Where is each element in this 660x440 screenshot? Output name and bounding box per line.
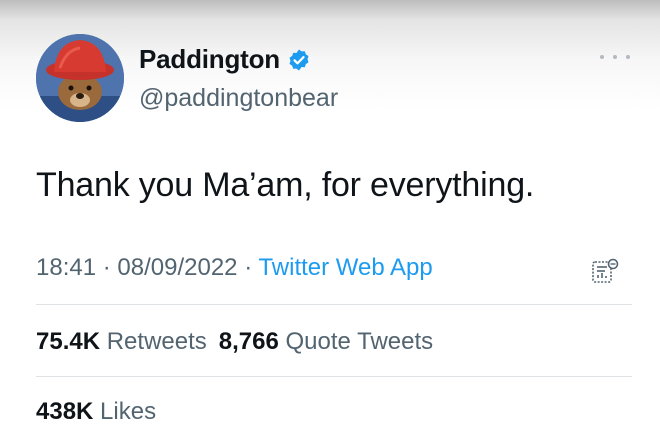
- retweets-label: Retweets: [106, 328, 207, 355]
- tweet-source-link[interactable]: Twitter Web App: [258, 254, 432, 281]
- display-name[interactable]: Paddington: [139, 44, 280, 75]
- verified-badge-icon: [289, 49, 309, 70]
- more-dot: [600, 55, 604, 59]
- retweets-stat[interactable]: 75.4K Retweets: [36, 328, 207, 355]
- more-dot: [613, 55, 617, 59]
- likes-label: Likes: [100, 398, 157, 425]
- divider: [36, 304, 632, 305]
- likes-count: 438K: [36, 398, 94, 425]
- profile-avatar[interactable]: [36, 34, 124, 122]
- tweet-analytics-icon[interactable]: [590, 256, 620, 286]
- quote-tweets-stat[interactable]: 8,766 Quote Tweets: [219, 328, 433, 355]
- tweet-time[interactable]: 18:41: [36, 254, 96, 281]
- author-name-row[interactable]: Paddington: [139, 44, 311, 75]
- tweet-text: Thank you Ma’am, for everything.: [36, 166, 535, 204]
- tweet-date[interactable]: 08/09/2022: [117, 254, 237, 281]
- retweets-count: 75.4K: [36, 328, 101, 355]
- quote-tweets-label: Quote Tweets: [285, 328, 434, 355]
- likes-stat[interactable]: 438K Likes: [36, 398, 156, 425]
- more-options-icon[interactable]: [600, 50, 630, 64]
- paddington-bear-avatar-icon: [36, 34, 124, 122]
- tweet-metadata: 18:41 · 08/09/2022 · Twitter Web App: [36, 254, 433, 282]
- meta-separator: ·: [102, 254, 111, 281]
- likes-stats: 438K Likes: [36, 398, 156, 426]
- divider: [36, 376, 632, 377]
- user-handle[interactable]: @paddingtonbear: [139, 84, 338, 113]
- more-dot: [626, 55, 630, 59]
- quote-tweets-count: 8,766: [218, 328, 279, 355]
- meta-separator: ·: [244, 254, 253, 281]
- retweet-quote-stats: 75.4K Retweets 8,766 Quote Tweets: [36, 328, 433, 356]
